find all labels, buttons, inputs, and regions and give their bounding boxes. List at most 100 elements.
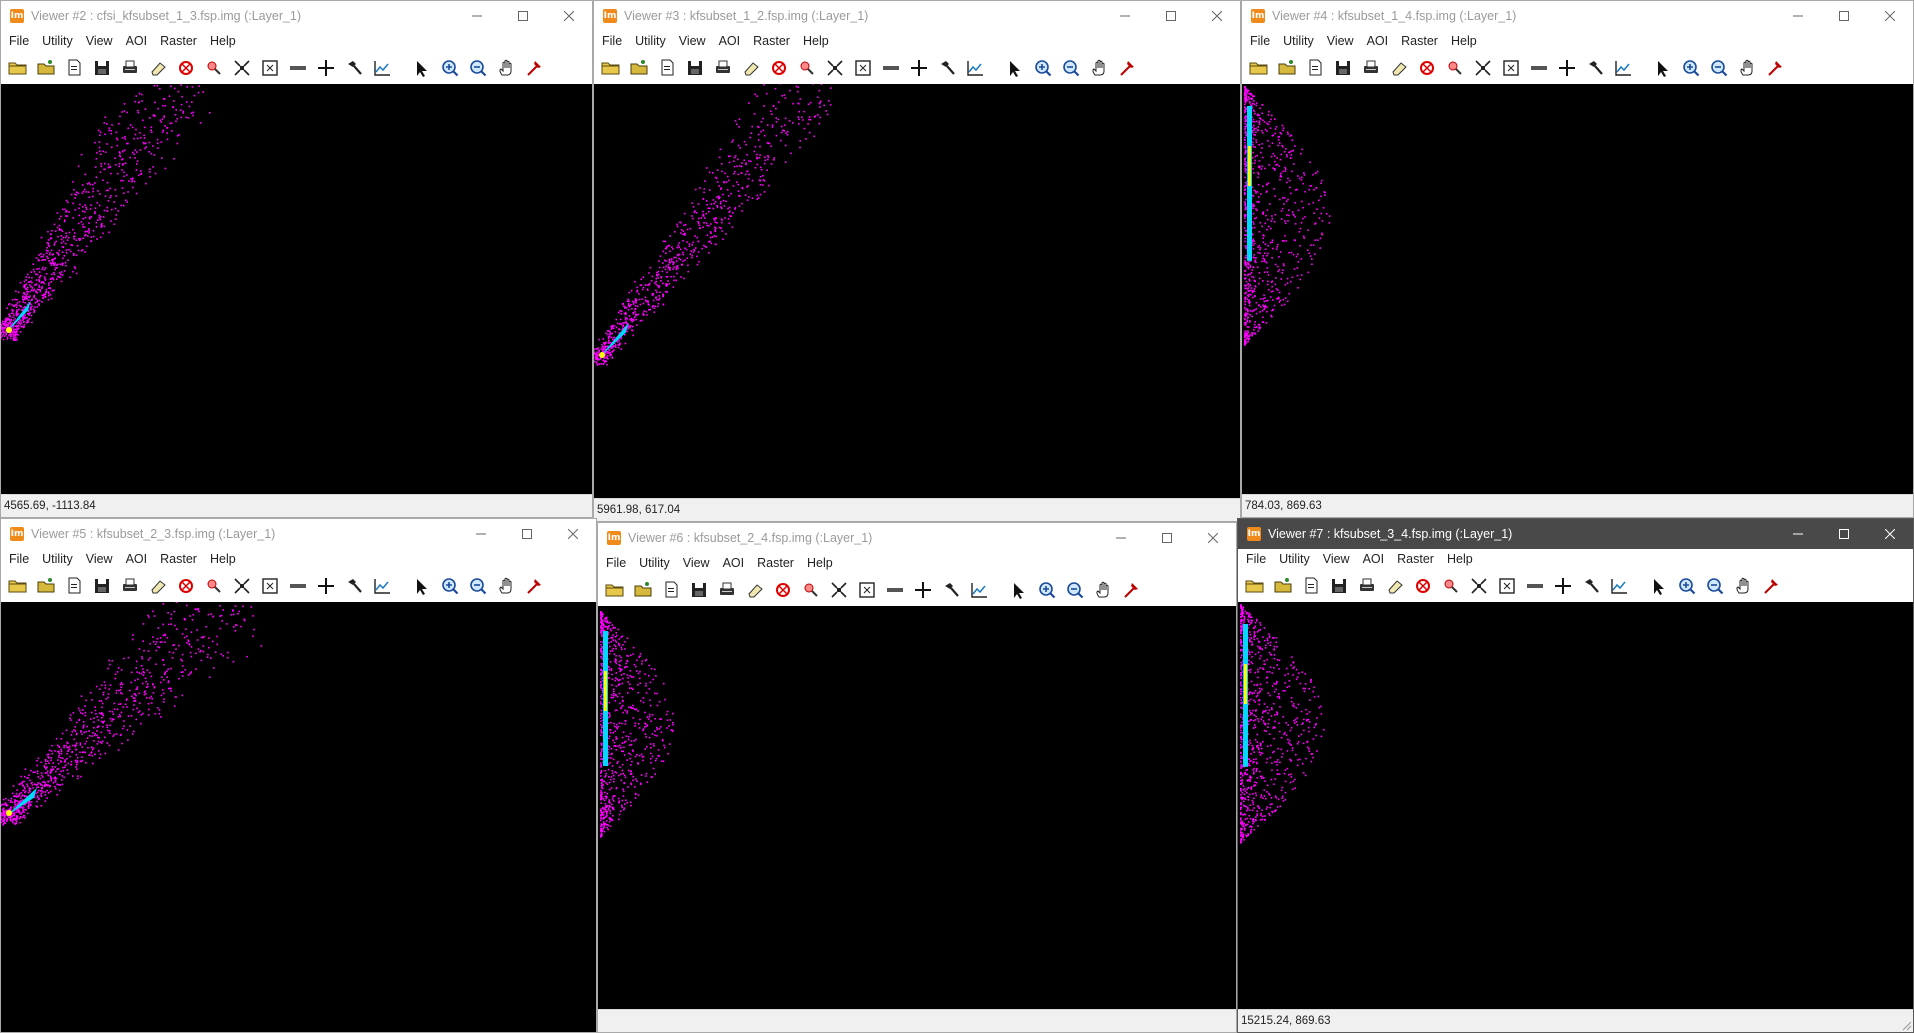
image-canvas[interactable] [594,84,1240,499]
new-document-icon[interactable] [1300,575,1322,597]
measure-icon[interactable] [1528,57,1550,79]
inquire-icon[interactable] [1444,57,1466,79]
open-layer-icon[interactable] [1272,575,1294,597]
open-layer-icon[interactable] [35,575,57,597]
open-folder-icon[interactable] [604,579,626,601]
menu-view[interactable]: View [1323,552,1350,566]
menu-raster[interactable]: Raster [160,34,197,48]
viewer-window-7[interactable]: Im Viewer #7 : kfsubset_3_4.fsp.img (:La… [1237,518,1914,1033]
menu-file[interactable]: File [606,556,626,570]
open-folder-icon[interactable] [600,57,622,79]
save-icon[interactable] [688,579,710,601]
viewer-window-2[interactable]: Im Viewer #2 : cfsi_kfsubset_1_3.fsp.img… [0,0,593,518]
menu-utility[interactable]: Utility [42,552,73,566]
hammer-icon[interactable] [1580,575,1602,597]
menu-raster[interactable]: Raster [1397,552,1434,566]
zoom-out-icon[interactable] [1708,57,1730,79]
menu-view[interactable]: View [86,552,113,566]
zoom-in-icon[interactable] [1680,57,1702,79]
measure-icon[interactable] [880,57,902,79]
maximize-button[interactable] [1821,519,1867,549]
menu-view[interactable]: View [679,34,706,48]
profile-icon[interactable] [1612,57,1634,79]
menu-file[interactable]: File [602,34,622,48]
pan-hand-icon[interactable] [1732,575,1754,597]
menu-file[interactable]: File [9,552,29,566]
close-button[interactable] [1190,523,1236,553]
menu-utility[interactable]: Utility [1279,552,1310,566]
open-layer-icon[interactable] [628,57,650,79]
menu-aoi[interactable]: AOI [723,556,745,570]
menu-aoi[interactable]: AOI [719,34,741,48]
title-bar[interactable]: Im Viewer #4 : kfsubset_1_4.fsp.img (:La… [1242,1,1913,31]
zoom-out-icon[interactable] [1060,57,1082,79]
profile-icon[interactable] [1608,575,1630,597]
eraser-icon[interactable] [1384,575,1406,597]
viewer-window-6[interactable]: Im Viewer #6 : kfsubset_2_4.fsp.img (:La… [597,522,1237,1033]
minimize-button[interactable] [1098,523,1144,553]
title-bar[interactable]: Im Viewer #7 : kfsubset_3_4.fsp.img (:La… [1238,519,1913,549]
crosshair-icon[interactable] [1556,57,1578,79]
select-arrow-icon[interactable] [1004,57,1026,79]
menu-file[interactable]: File [1250,34,1270,48]
pick-tool-icon[interactable] [1760,575,1782,597]
measure-icon[interactable] [287,575,309,597]
maximize-button[interactable] [1148,1,1194,31]
measure-icon[interactable] [287,57,309,79]
save-icon[interactable] [1328,575,1350,597]
zoom-extent-icon[interactable] [259,575,281,597]
crosshair-icon[interactable] [912,579,934,601]
crosshair-icon[interactable] [315,57,337,79]
menu-help[interactable]: Help [1447,552,1473,566]
select-arrow-icon[interactable] [1008,579,1030,601]
inquire-icon[interactable] [203,57,225,79]
pan-hand-icon[interactable] [495,575,517,597]
hammer-icon[interactable] [1584,57,1606,79]
menu-aoi[interactable]: AOI [126,34,148,48]
profile-icon[interactable] [964,57,986,79]
image-canvas[interactable] [1238,602,1913,1010]
minimize-button[interactable] [454,1,500,31]
eraser-icon[interactable] [740,57,762,79]
inquire-icon[interactable] [800,579,822,601]
print-icon[interactable] [712,57,734,79]
close-button[interactable] [550,519,596,549]
open-folder-icon[interactable] [7,57,29,79]
clear-view-icon[interactable] [175,575,197,597]
zoom-in-icon[interactable] [1036,579,1058,601]
select-arrow-icon[interactable] [411,575,433,597]
title-bar[interactable]: Im Viewer #3 : kfsubset_1_2.fsp.img (:La… [594,1,1240,31]
zoom-in-icon[interactable] [439,57,461,79]
menu-aoi[interactable]: AOI [1363,552,1385,566]
new-document-icon[interactable] [63,575,85,597]
title-bar[interactable]: Im Viewer #5 : kfsubset_2_3.fsp.img (:La… [1,519,596,549]
zoom-out-icon[interactable] [467,57,489,79]
select-arrow-icon[interactable] [1652,57,1674,79]
viewer-window-3[interactable]: Im Viewer #3 : kfsubset_1_2.fsp.img (:La… [593,0,1241,522]
menu-view[interactable]: View [86,34,113,48]
menu-help[interactable]: Help [803,34,829,48]
pan-hand-icon[interactable] [1088,57,1110,79]
menu-help[interactable]: Help [1451,34,1477,48]
clear-view-icon[interactable] [175,57,197,79]
fit-extent-icon[interactable] [1468,575,1490,597]
minimize-button[interactable] [1775,519,1821,549]
pan-hand-icon[interactable] [495,57,517,79]
fit-extent-icon[interactable] [231,57,253,79]
eraser-icon[interactable] [744,579,766,601]
image-canvas[interactable] [1242,84,1913,495]
title-bar[interactable]: Im Viewer #6 : kfsubset_2_4.fsp.img (:La… [598,523,1236,553]
minimize-button[interactable] [1102,1,1148,31]
zoom-extent-icon[interactable] [852,57,874,79]
save-icon[interactable] [1332,57,1354,79]
menu-raster[interactable]: Raster [753,34,790,48]
select-arrow-icon[interactable] [1648,575,1670,597]
maximize-button[interactable] [500,1,546,31]
new-document-icon[interactable] [660,579,682,601]
crosshair-icon[interactable] [908,57,930,79]
open-folder-icon[interactable] [1248,57,1270,79]
eraser-icon[interactable] [147,575,169,597]
menu-view[interactable]: View [1327,34,1354,48]
print-icon[interactable] [1356,575,1378,597]
pan-hand-icon[interactable] [1736,57,1758,79]
